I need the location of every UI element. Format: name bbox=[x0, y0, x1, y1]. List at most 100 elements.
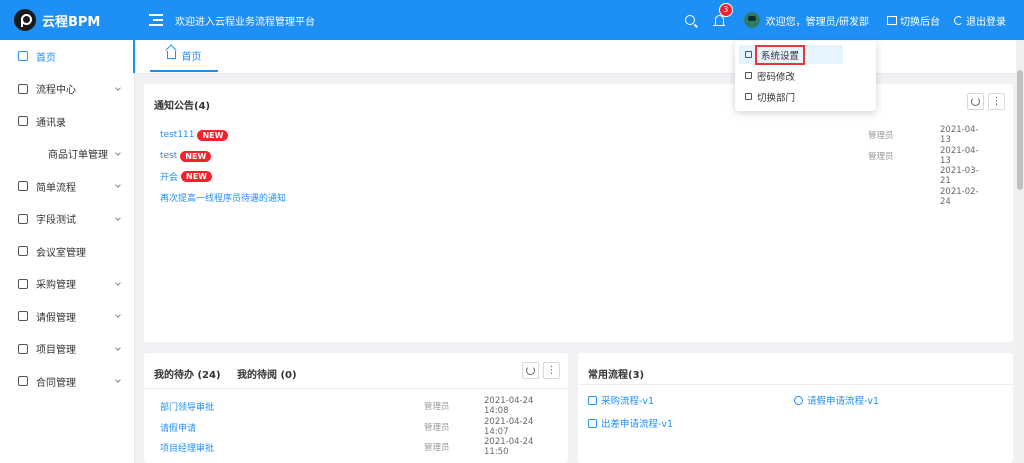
image-icon bbox=[18, 181, 28, 192]
more-vertical-icon: ⋮ bbox=[546, 364, 557, 376]
question-icon bbox=[794, 395, 803, 405]
logo[interactable]: 云程BPM bbox=[0, 0, 135, 40]
sidebar-item-contacts[interactable]: 通讯录 bbox=[0, 105, 134, 138]
sidebar-item-label: 流程中心 bbox=[36, 85, 76, 97]
table-row[interactable]: 请假申请 管理员 2021-04-24 14:07 bbox=[160, 417, 556, 437]
todo-user: 管理员 bbox=[424, 402, 450, 412]
top-header: 云程BPM 欢迎进入云程业务流程管理平台 3 欢迎您，管理员/研发部 切换后台 … bbox=[0, 0, 1024, 40]
chevron-down-icon bbox=[115, 149, 121, 156]
truck-icon bbox=[588, 418, 597, 428]
tab-my-pending[interactable]: 我的待办 (24) bbox=[154, 366, 221, 381]
menu-item-label: 系统设置 bbox=[755, 44, 806, 65]
sidebar-item-project[interactable]: 项目管理 bbox=[0, 333, 134, 366]
contacts-icon bbox=[18, 116, 28, 127]
todo-time: 2021-04-24 14:08 bbox=[484, 396, 534, 416]
sidebar-item-simple-flow[interactable]: 简单流程 bbox=[0, 170, 134, 203]
flow-link-travel[interactable]: 出差申请流程-v1 bbox=[588, 416, 673, 430]
list-item[interactable]: 开会 NEW 2021-03-21 bbox=[160, 166, 982, 186]
menu-item-change-password[interactable]: 密码修改 bbox=[739, 66, 843, 85]
refresh-icon bbox=[971, 97, 980, 106]
more-vertical-icon: ⋮ bbox=[991, 95, 1002, 107]
menu-toggle-icon[interactable] bbox=[149, 14, 163, 26]
logo-icon bbox=[14, 9, 36, 31]
new-badge: NEW bbox=[181, 170, 212, 182]
list-item[interactable]: test111 NEW 管理员 2021-04-13 bbox=[160, 125, 982, 145]
menu-item-label: 切换部门 bbox=[757, 92, 796, 104]
todo-name[interactable]: 请假申请 bbox=[160, 421, 196, 434]
scrollbar-thumb[interactable] bbox=[1017, 70, 1023, 190]
notice-date: 2021-04-13 bbox=[940, 125, 979, 145]
header-actions: 3 欢迎您，管理员/研发部 切换后台 退出登录 bbox=[684, 0, 1024, 40]
todo-time: 2021-04-24 11:50 bbox=[484, 437, 534, 457]
home-icon bbox=[18, 51, 28, 62]
flow-link-label: 出差申请流程-v1 bbox=[601, 419, 674, 430]
tab-home[interactable]: 首页 bbox=[150, 40, 218, 72]
flow-link-purchase[interactable]: 采购流程-v1 bbox=[588, 393, 654, 407]
sidebar-item-field-test[interactable]: 字段测试 bbox=[0, 203, 134, 236]
notice-title[interactable]: 开会 bbox=[160, 170, 178, 183]
table-row[interactable]: 项目经理审批 管理员 2021-04-24 11:50 bbox=[160, 437, 556, 457]
sidebar-item-label: 项目管理 bbox=[36, 345, 76, 357]
sidebar-item-leave[interactable]: 请假管理 bbox=[0, 300, 134, 333]
todo-name[interactable]: 项目经理审批 bbox=[160, 441, 214, 454]
sidebar-item-label: 简单流程 bbox=[36, 182, 76, 194]
menu-item-label: 密码修改 bbox=[757, 71, 796, 83]
user-menu-trigger[interactable]: 欢迎您，管理员/研发部 bbox=[766, 13, 869, 28]
flow-link-label: 采购流程-v1 bbox=[601, 396, 655, 407]
avatar[interactable] bbox=[743, 12, 760, 28]
refresh-button[interactable] bbox=[522, 362, 539, 379]
sidebar-item-label: 首页 bbox=[36, 52, 56, 64]
bell-icon bbox=[712, 15, 725, 26]
chevron-down-icon bbox=[115, 214, 121, 221]
search-icon[interactable] bbox=[684, 15, 695, 25]
home-icon bbox=[166, 51, 176, 59]
flow-link-leave[interactable]: 请假申请流程-v1 bbox=[794, 393, 879, 407]
table-row[interactable]: 部门领导审批 管理员 2021-04-24 14:08 bbox=[160, 396, 556, 416]
sidebar-item-label: 会议室管理 bbox=[36, 247, 86, 259]
document-icon bbox=[18, 376, 28, 387]
notice-date: 2021-04-13 bbox=[940, 146, 979, 166]
notification-button[interactable]: 3 bbox=[712, 3, 733, 26]
form-icon bbox=[18, 311, 28, 322]
sidebar: 首页 流程中心 通讯录 商品订单管理 简单流程 字段测试 会议室管理 采购管理 … bbox=[0, 40, 135, 463]
sidebar-item-label: 请假管理 bbox=[36, 312, 76, 324]
logout-button[interactable]: 退出登录 bbox=[966, 13, 1006, 28]
more-button[interactable]: ⋮ bbox=[988, 93, 1005, 110]
notice-card-actions: ⋮ bbox=[963, 93, 1005, 110]
todo-name[interactable]: 部门领导审批 bbox=[160, 400, 214, 413]
cart-icon bbox=[18, 278, 28, 289]
notice-author: 管理员 bbox=[868, 131, 894, 141]
refresh-button[interactable] bbox=[967, 93, 984, 110]
sidebar-item-label: 字段测试 bbox=[36, 215, 76, 227]
divider bbox=[144, 388, 568, 389]
menu-item-switch-department[interactable]: 切换部门 bbox=[739, 87, 843, 106]
sidebar-item-home[interactable]: 首页 bbox=[0, 40, 135, 73]
sidebar-item-purchase[interactable]: 采购管理 bbox=[0, 268, 134, 301]
chevron-down-icon bbox=[115, 84, 121, 91]
notice-title[interactable]: test bbox=[160, 151, 177, 161]
page-scrollbar[interactable] bbox=[1016, 40, 1024, 463]
wrench-icon bbox=[745, 51, 752, 58]
todo-user: 管理员 bbox=[424, 443, 450, 453]
list-item[interactable]: 再次提高一线程序员待遇的通知 2021-02-24 bbox=[160, 187, 982, 207]
tab-label: 首页 bbox=[181, 51, 202, 63]
list-item[interactable]: test NEW 管理员 2021-04-13 bbox=[160, 146, 982, 166]
notice-date: 2021-03-21 bbox=[940, 166, 979, 186]
menu-item-system-settings[interactable]: 系统设置 bbox=[739, 44, 843, 65]
sidebar-item-meeting-room[interactable]: 会议室管理 bbox=[0, 235, 134, 268]
sidebar-item-orders[interactable]: 商品订单管理 bbox=[0, 138, 134, 171]
logout-icon bbox=[954, 15, 963, 25]
notice-title[interactable]: test111 bbox=[160, 130, 194, 140]
chevron-down-icon bbox=[115, 344, 121, 351]
branch-icon bbox=[588, 395, 597, 405]
org-icon bbox=[745, 93, 752, 100]
sidebar-item-contract[interactable]: 合同管理 bbox=[0, 365, 134, 398]
tab-my-read[interactable]: 我的待阅 (0) bbox=[237, 366, 297, 381]
notice-title[interactable]: 再次提高一线程序员待遇的通知 bbox=[160, 191, 286, 204]
notice-card: 通知公告(4) ⋮ test111 NEW 管理员 2021-04-13 tes… bbox=[144, 84, 1013, 342]
switch-backend-button[interactable]: 切换后台 bbox=[900, 13, 940, 28]
todo-time: 2021-04-24 14:07 bbox=[484, 417, 534, 437]
sidebar-item-process-center[interactable]: 流程中心 bbox=[0, 73, 134, 106]
todo-user: 管理员 bbox=[424, 423, 450, 433]
more-button[interactable]: ⋮ bbox=[543, 362, 560, 379]
